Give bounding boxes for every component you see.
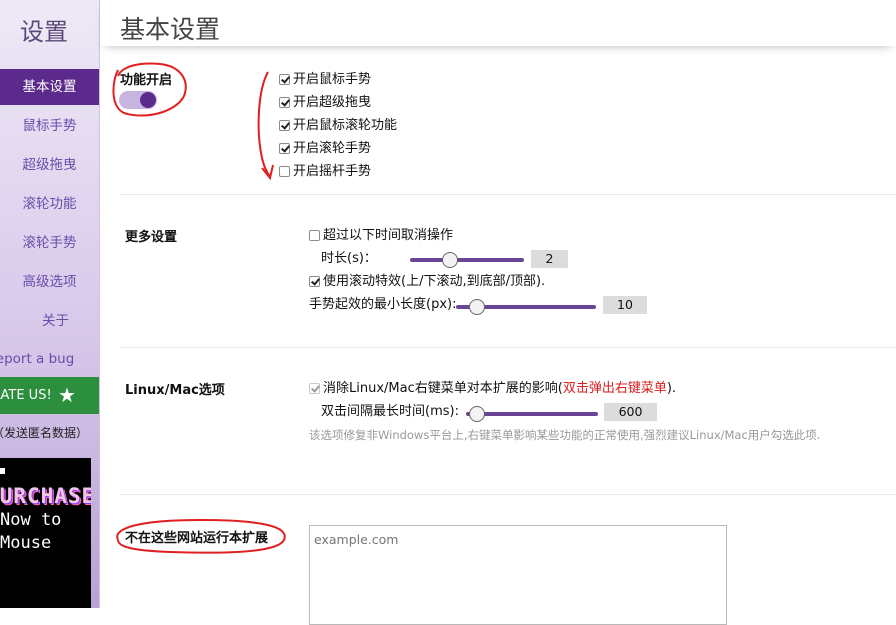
ad-line-2: Now to — [0, 510, 62, 530]
option-linux-context-menu[interactable]: 消除Linux/Mac右键菜单对本扩展的影响(双击弹出右键菜单). — [309, 380, 676, 398]
slider-thumb[interactable] — [441, 252, 458, 268]
features-toggle[interactable] — [119, 91, 157, 109]
dblclick-slider[interactable] — [466, 405, 598, 423]
send-anonymous-data-link[interactable]: （发送匿名数据） — [0, 424, 88, 441]
divider — [120, 494, 896, 495]
divider — [120, 194, 896, 195]
dblclick-label: 双击间隔最长时间(ms): — [321, 404, 459, 419]
checkbox[interactable] — [279, 97, 290, 108]
option-label: 消除Linux/Mac右键菜单对本扩展的影响( — [323, 381, 563, 396]
ad-line-1: PURCHASE — [0, 484, 91, 508]
toggle-knob — [140, 92, 156, 108]
option-label: 开启超级拖曳 — [293, 95, 372, 110]
sidebar-item-about[interactable]: 关于 — [6, 303, 99, 339]
option-rocker-gesture[interactable]: 开启摇杆手势 — [279, 163, 371, 181]
sidebar-item-advanced[interactable]: 高级选项 — [0, 264, 99, 300]
sidebar-item-super-drag[interactable]: 超级拖曳 — [0, 147, 99, 183]
rate-us-button[interactable]: RATE US! ★ — [0, 377, 99, 414]
checkbox[interactable] — [279, 166, 290, 177]
page-header: 基本设置 — [100, 0, 896, 46]
features-section-label: 功能开启 — [120, 73, 173, 88]
slider-track — [466, 412, 598, 416]
sidebar-item-mouse-gesture[interactable]: 鼠标手势 — [0, 108, 99, 144]
option-smooth-scroll[interactable]: 使用滚动特效(上/下滚动,到底部/顶部). — [309, 273, 545, 291]
min-length-label: 手势起效的最小长度(px): — [309, 297, 457, 312]
option-wheel[interactable]: 开启鼠标滚轮功能 — [279, 117, 397, 135]
option-mouse-gesture[interactable]: 开启鼠标手势 — [279, 71, 371, 89]
checkbox[interactable] — [279, 74, 290, 85]
ad-line-3: Mouse — [0, 533, 52, 553]
slider-thumb[interactable] — [469, 299, 485, 315]
duration-slider[interactable] — [410, 251, 524, 269]
ad-pixel-decoration — [0, 468, 5, 474]
sidebar-item-wheel-gesture[interactable]: 滚轮手势 — [0, 225, 99, 261]
min-length-value: 10 — [603, 296, 647, 314]
option-label: 使用滚动特效(上/下滚动,到底部/顶部). — [323, 274, 546, 289]
option-label: 开启摇杆手势 — [293, 164, 372, 179]
ad-banner[interactable]: PURCHASE Now to Mouse — [0, 458, 91, 608]
checkbox[interactable] — [279, 143, 290, 154]
linux-section-label: Linux/Mac选项 — [125, 383, 225, 398]
option-cancel-timeout[interactable]: 超过以下时间取消操作 — [309, 227, 453, 245]
exclude-section-label: 不在这些网站运行本扩展 — [125, 531, 269, 546]
main-content: 基本设置 功能开启 开启鼠标手势 开启超级拖曳 开启鼠标滚轮功能 开启滚轮手势 … — [100, 0, 896, 625]
excluded-sites-input[interactable] — [309, 525, 727, 625]
option-super-drag[interactable]: 开启超级拖曳 — [279, 94, 371, 112]
star-icon: ★ — [58, 383, 76, 407]
dblclick-value: 600 — [604, 403, 657, 421]
sidebar-item-basic[interactable]: 基本设置 — [0, 69, 99, 105]
checkbox[interactable] — [309, 276, 320, 287]
min-length-slider[interactable] — [456, 298, 596, 316]
checkbox[interactable] — [309, 383, 320, 394]
page-title: 基本设置 — [120, 15, 221, 44]
rate-us-label: RATE US! — [0, 388, 52, 403]
duration-value: 2 — [531, 250, 568, 268]
more-section-label: 更多设置 — [125, 230, 178, 245]
sidebar-item-report-bug[interactable]: Report a bug — [0, 341, 86, 377]
checkbox[interactable] — [309, 230, 320, 241]
slider-track — [410, 258, 524, 262]
option-label: 开启滚轮手势 — [293, 141, 372, 156]
divider — [120, 347, 896, 348]
option-highlight: 双击弹出右键菜单 — [562, 381, 667, 396]
sidebar-title: 设置 — [20, 18, 68, 46]
option-label-suffix: ). — [666, 381, 677, 396]
option-label: 开启鼠标手势 — [293, 72, 372, 87]
sidebar-item-wheel[interactable]: 滚轮功能 — [0, 186, 99, 222]
option-wheel-gesture[interactable]: 开启滚轮手势 — [279, 140, 371, 158]
slider-thumb[interactable] — [468, 406, 485, 422]
checkbox[interactable] — [279, 120, 290, 131]
duration-label: 时长(s)： — [321, 251, 377, 266]
sidebar: 设置 基本设置 鼠标手势 超级拖曳 滚轮功能 滚轮手势 高级选项 关于 Repo… — [0, 0, 100, 608]
option-label: 超过以下时间取消操作 — [323, 228, 454, 243]
linux-hint-text: 该选项修复非Windows平台上,右键菜单影响某些功能的正常使用,强烈建议Lin… — [309, 428, 821, 442]
option-label: 开启鼠标滚轮功能 — [293, 118, 398, 133]
